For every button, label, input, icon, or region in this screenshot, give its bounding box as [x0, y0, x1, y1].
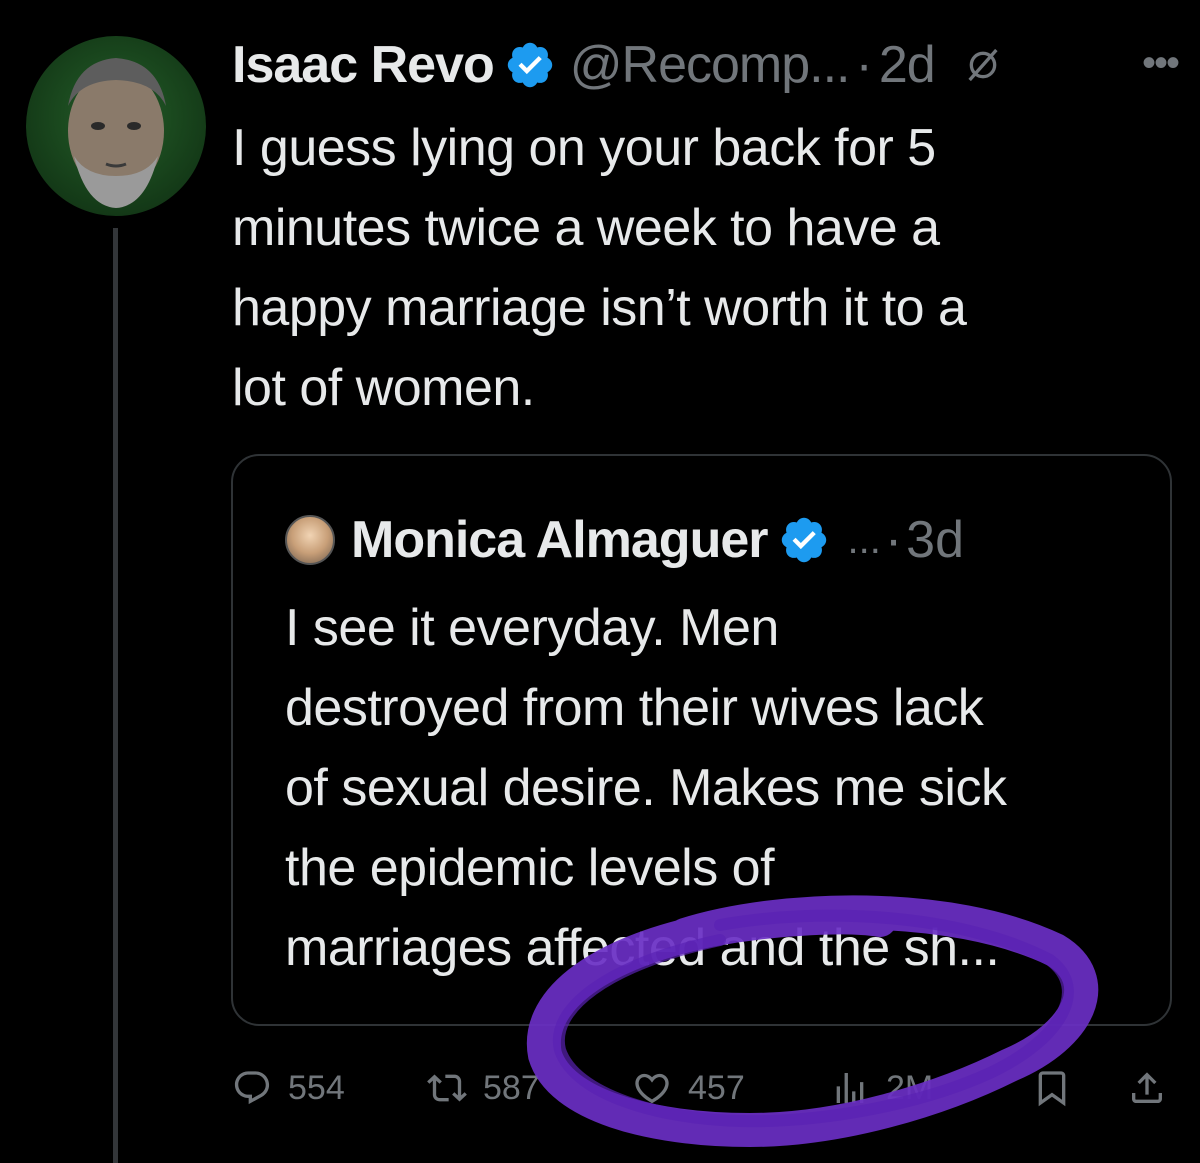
tweet-text-line: lot of women.: [232, 359, 535, 417]
bookmark-button[interactable]: [1032, 1058, 1072, 1118]
share-icon: [1132, 1072, 1162, 1103]
quote-text-line: I see it everyday. Men: [285, 599, 779, 657]
grok-icon[interactable]: [963, 45, 1003, 85]
views-chart-icon: [836, 1073, 864, 1103]
quote-author-name[interactable]: Monica Almaguer: [351, 510, 768, 570]
quote-text-line: the epidemic levels of: [285, 839, 775, 897]
author-handle[interactable]: @Recomp...: [570, 35, 851, 95]
tweet-text-line: I guess lying on your back for 5: [232, 119, 936, 177]
author-avatar[interactable]: [26, 36, 206, 216]
like-count: 457: [688, 1068, 745, 1107]
verified-badge-icon: [781, 517, 826, 563]
repost-button[interactable]: 587: [427, 1058, 540, 1118]
quote-timestamp[interactable]: 3d: [906, 510, 964, 570]
separator-dot: ·: [855, 36, 873, 94]
separator-dot: ·: [884, 511, 903, 569]
tweet-timestamp[interactable]: 2d: [879, 35, 936, 95]
avatar-portrait: [68, 58, 166, 208]
like-button[interactable]: 457: [632, 1058, 745, 1118]
reply-button[interactable]: 554: [232, 1058, 345, 1118]
reply-icon: [234, 1071, 270, 1105]
tweet-text-line: minutes twice a week to have a: [232, 199, 940, 257]
quote-text: I see it everyday. Men destroyed from th…: [285, 588, 1145, 988]
repost-count: 587: [483, 1068, 540, 1107]
thread-line: [113, 228, 118, 1163]
reply-count: 554: [288, 1068, 345, 1107]
quote-header: Monica Almaguer ... · 3d: [285, 508, 964, 572]
quote-text-line: destroyed from their wives lack: [285, 679, 984, 737]
repost-icon: [427, 1074, 467, 1102]
heart-icon: [635, 1073, 669, 1104]
quoted-tweet-card[interactable]: Monica Almaguer ... · 3d I see it everyd…: [231, 454, 1172, 1026]
views-button[interactable]: 2M: [830, 1058, 933, 1118]
author-name[interactable]: Isaac Revo: [232, 35, 495, 95]
share-button[interactable]: [1127, 1058, 1167, 1118]
action-bar: 554 587 457 2M: [232, 1058, 1172, 1118]
verified-badge-icon: [507, 42, 552, 88]
bookmark-icon: [1038, 1071, 1066, 1107]
quote-author-avatar[interactable]: [285, 515, 335, 565]
tweet-header: Isaac Revo @Recomp... · 2d: [232, 30, 1003, 100]
quote-text-line: of sexual desire. Makes me sick: [285, 759, 1007, 817]
more-icon[interactable]: •••: [1142, 43, 1180, 83]
views-count: 2M: [886, 1068, 934, 1107]
quote-text-line: marriages affected and the sh...: [285, 919, 1000, 977]
quote-handle-truncated: ...: [847, 517, 881, 562]
tweet-text-line: happy marriage isn’t worth it to a: [232, 279, 967, 337]
tweet-text: I guess lying on your back for 5 minutes…: [232, 108, 1132, 428]
